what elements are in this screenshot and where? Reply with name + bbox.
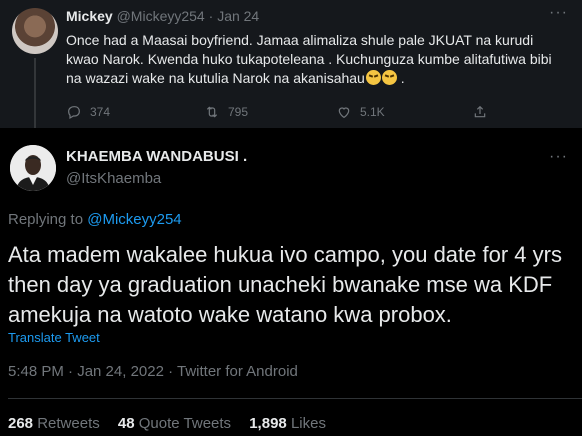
tweet-body-suffix: . bbox=[400, 70, 405, 86]
retweet-icon bbox=[206, 106, 218, 118]
translate-tweet-link[interactable]: Translate Tweet bbox=[8, 330, 100, 345]
parent-tweet-actions: 374 795 5.1K bbox=[66, 104, 506, 124]
reply-count: 374 bbox=[90, 105, 111, 119]
likes-count: 1,898 bbox=[249, 415, 287, 432]
parent-tweet-text: Once had a Maasai boyfriend. Jamaa alima… bbox=[66, 31, 566, 88]
tweet-body: Once had a Maasai boyfriend. Jamaa alima… bbox=[66, 32, 552, 86]
replying-to-link[interactable]: @Mickeyy254 bbox=[87, 211, 181, 228]
avatar[interactable] bbox=[12, 8, 58, 54]
reply-icon bbox=[68, 106, 80, 120]
share-button[interactable] bbox=[472, 104, 488, 120]
tired-face-icon bbox=[365, 70, 381, 85]
replying-to: Replying to @Mickeyy254 bbox=[8, 211, 182, 228]
replying-prefix: Replying to bbox=[8, 211, 88, 228]
retweet-count: 795 bbox=[228, 105, 249, 119]
display-name[interactable]: KHAEMBA WANDABUSI . bbox=[66, 148, 247, 165]
avatar[interactable] bbox=[10, 145, 56, 191]
retweets-stat[interactable]: 268 Retweets bbox=[8, 415, 100, 432]
more-horizontal-icon[interactable]: ··· bbox=[549, 4, 568, 22]
tweet-metadata[interactable]: 5:48 PM · Jan 24, 2022 · Twitter for And… bbox=[8, 363, 298, 380]
separator-dot: · bbox=[208, 8, 214, 24]
parent-tweet-header: Mickey @Mickeyy254 · Jan 24 bbox=[66, 8, 259, 24]
quote-label: Quote Tweets bbox=[138, 415, 232, 432]
tweet-date[interactable]: Jan 24 bbox=[217, 8, 259, 24]
reply-button[interactable]: 374 bbox=[66, 104, 110, 120]
display-name[interactable]: Mickey bbox=[66, 8, 113, 24]
thread-connector bbox=[34, 58, 36, 128]
likes-label: Likes bbox=[290, 415, 326, 432]
more-horizontal-icon[interactable]: ··· bbox=[549, 148, 568, 166]
like-count: 5.1K bbox=[360, 105, 385, 119]
quote-tweets-stat[interactable]: 48 Quote Tweets bbox=[118, 415, 231, 432]
retweets-label: Retweets bbox=[37, 415, 100, 432]
handle[interactable]: @Mickeyy254 bbox=[117, 8, 205, 24]
quote-count: 48 bbox=[117, 415, 135, 432]
retweet-button[interactable]: 795 bbox=[204, 104, 248, 120]
handle[interactable]: @ItsKhaemba bbox=[66, 170, 161, 187]
likes-stat[interactable]: 1,898 Likes bbox=[249, 415, 326, 432]
tired-face-icon bbox=[381, 70, 397, 85]
avatar-portrait bbox=[10, 145, 56, 191]
main-tweet-text: Ata madem wakalee hukua ivo campo, you d… bbox=[8, 242, 562, 327]
share-icon bbox=[474, 105, 486, 118]
like-button[interactable]: 5.1K bbox=[336, 104, 385, 120]
divider bbox=[8, 398, 582, 399]
retweets-count: 268 bbox=[8, 415, 34, 432]
tweet-stats: 268 Retweets 48 Quote Tweets 1,898 Likes bbox=[8, 415, 326, 432]
heart-icon bbox=[338, 107, 350, 119]
